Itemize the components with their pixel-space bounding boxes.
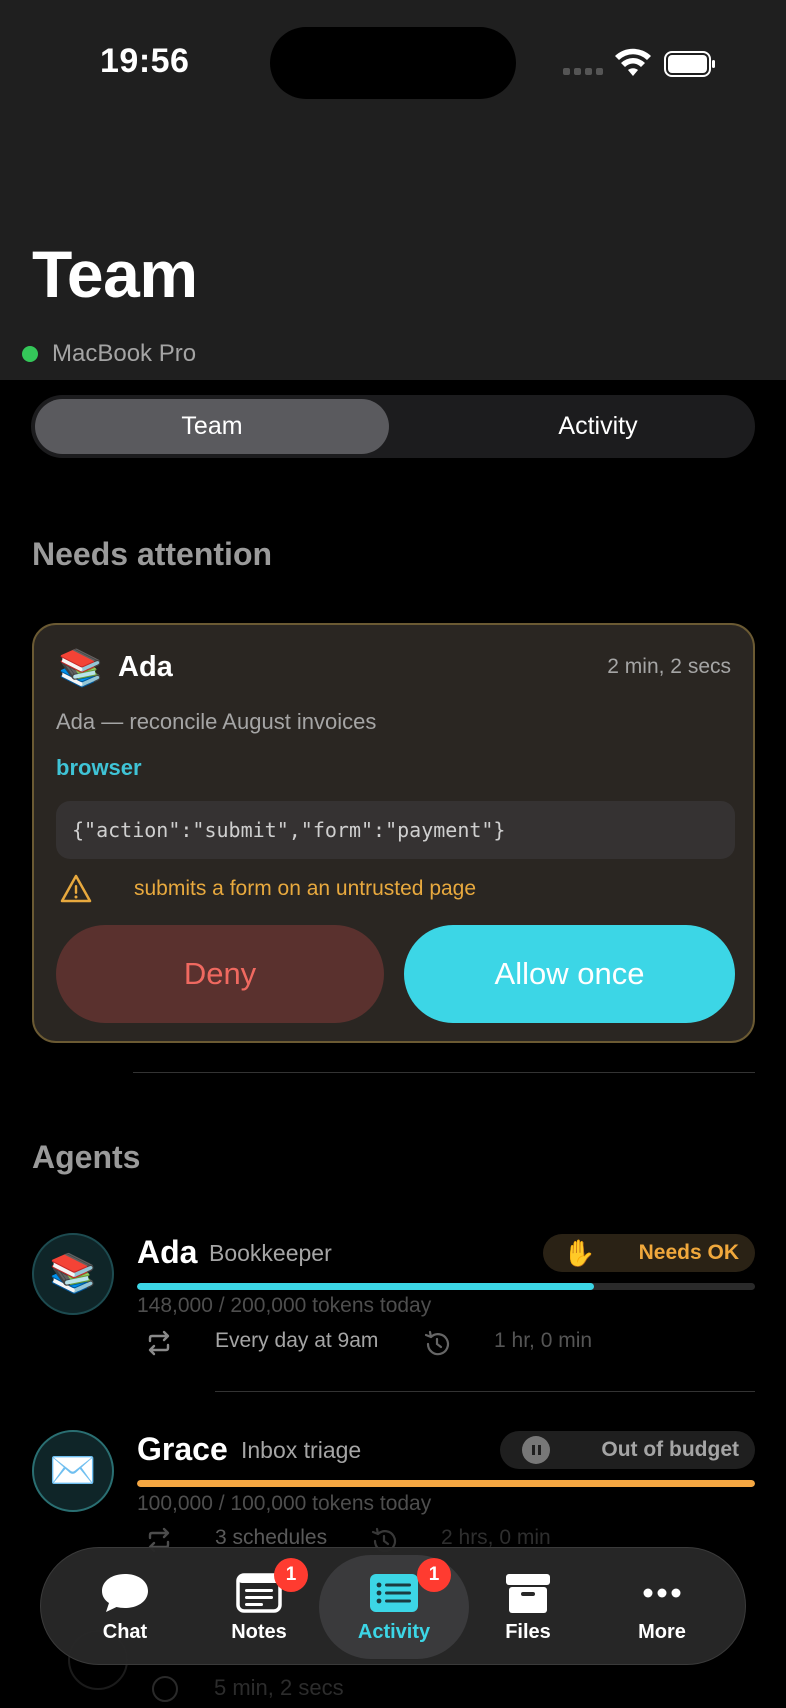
status-time: 19:56 bbox=[100, 42, 190, 80]
tab-notes[interactable]: Notes 1 bbox=[192, 1548, 326, 1666]
out-of-budget-label: Out of budget bbox=[601, 1438, 739, 1461]
tab-files[interactable]: Files bbox=[461, 1548, 595, 1666]
history-icon bbox=[424, 1330, 450, 1356]
deny-button[interactable]: Deny bbox=[56, 925, 384, 1023]
segmented-control: Team Activity bbox=[31, 395, 755, 458]
books-icon: 📚 bbox=[49, 1253, 97, 1295]
approval-elapsed: 2 min, 2 secs bbox=[607, 655, 731, 678]
dynamic-island bbox=[270, 27, 516, 99]
agent-role-grace: Inbox triage bbox=[241, 1437, 362, 1463]
archive-box-icon bbox=[506, 1573, 550, 1613]
repeat-icon bbox=[148, 1330, 170, 1356]
out-of-budget-badge[interactable]: Out of budget bbox=[500, 1431, 755, 1469]
token-usage-ada: 148,000 / 200,000 tokens today bbox=[137, 1294, 432, 1317]
agent-role-ada: Bookkeeper bbox=[209, 1240, 332, 1266]
agent-avatar-ada[interactable]: 📚 bbox=[32, 1233, 114, 1315]
tab-more[interactable]: More bbox=[595, 1548, 729, 1666]
agent-name-grace[interactable]: Grace bbox=[137, 1431, 228, 1468]
page-title: Team bbox=[32, 237, 198, 311]
divider bbox=[133, 1072, 755, 1073]
pause-icon bbox=[522, 1436, 550, 1464]
token-usage-bar-grace bbox=[137, 1480, 755, 1487]
needs-ok-label: Needs OK bbox=[638, 1241, 739, 1264]
needs-attention-heading: Needs attention bbox=[32, 536, 273, 572]
approval-card: 📚 Ada 2 min, 2 secs Ada — reconcile Augu… bbox=[32, 623, 755, 1043]
device-name: MacBook Pro bbox=[52, 340, 197, 367]
approval-agent-name: Ada bbox=[118, 651, 173, 683]
segment-activity[interactable]: Activity bbox=[421, 399, 775, 454]
approval-warning: submits a form on an untrusted page bbox=[134, 877, 477, 900]
raised-hand-icon: ✋ bbox=[563, 1237, 596, 1268]
online-dot-icon bbox=[22, 346, 38, 362]
history-icon bbox=[152, 1676, 178, 1702]
tab-label: More bbox=[638, 1620, 686, 1643]
schedule-row-ada: Every day at 9am 1 hr, 0 min bbox=[137, 1325, 755, 1361]
tab-label: Chat bbox=[102, 1620, 148, 1643]
agents-heading: Agents bbox=[32, 1139, 141, 1175]
approval-tool: browser bbox=[56, 755, 142, 780]
agent-name-ada[interactable]: Ada bbox=[137, 1234, 197, 1271]
tab-label: Notes bbox=[231, 1620, 287, 1643]
approval-payload: {"action":"submit","form":"payment"} bbox=[56, 801, 735, 859]
needs-ok-badge[interactable]: ✋ Needs OK bbox=[543, 1234, 755, 1272]
activity-badge: 1 bbox=[417, 1558, 451, 1592]
token-usage-grace: 100,000 / 100,000 tokens today bbox=[137, 1492, 432, 1515]
segment-team[interactable]: Team bbox=[35, 399, 389, 454]
more-dots-icon bbox=[643, 1588, 681, 1597]
tab-chat[interactable]: Chat bbox=[58, 1548, 192, 1666]
token-usage-fill-ada bbox=[137, 1283, 595, 1290]
last-run-ada: 1 hr, 0 min bbox=[494, 1329, 593, 1352]
envelope-icon: ✉️ bbox=[49, 1450, 97, 1492]
approval-task: Ada — reconcile August invoices bbox=[56, 709, 377, 734]
token-usage-fill-grace bbox=[137, 1480, 755, 1487]
battery-icon bbox=[664, 51, 715, 77]
schedule-text-ada: Every day at 9am bbox=[215, 1329, 379, 1352]
tab-bar: Chat Notes 1 Activity 1 Files More bbox=[40, 1547, 746, 1665]
tab-label: Files bbox=[505, 1620, 551, 1643]
chat-bubble-icon bbox=[102, 1573, 148, 1612]
notes-badge: 1 bbox=[274, 1558, 308, 1592]
cellular-signal-icon bbox=[563, 68, 603, 75]
allow-once-button[interactable]: Allow once bbox=[404, 925, 735, 1023]
warning-icon bbox=[60, 874, 92, 903]
tab-activity[interactable]: Activity 1 bbox=[319, 1555, 469, 1659]
wifi-icon bbox=[615, 48, 651, 76]
books-icon: 📚 bbox=[58, 647, 103, 688]
divider bbox=[215, 1391, 755, 1392]
header: 19:56 Team MacBook Pro bbox=[0, 0, 786, 380]
device-status: MacBook Pro bbox=[22, 340, 196, 368]
agent-avatar-grace[interactable]: ✉️ bbox=[32, 1430, 114, 1512]
activity-list-icon bbox=[370, 1573, 418, 1612]
tab-label: Activity bbox=[357, 1620, 431, 1643]
last-run-partial: 5 min, 2 secs bbox=[214, 1675, 344, 1700]
token-usage-bar-ada bbox=[137, 1283, 755, 1290]
